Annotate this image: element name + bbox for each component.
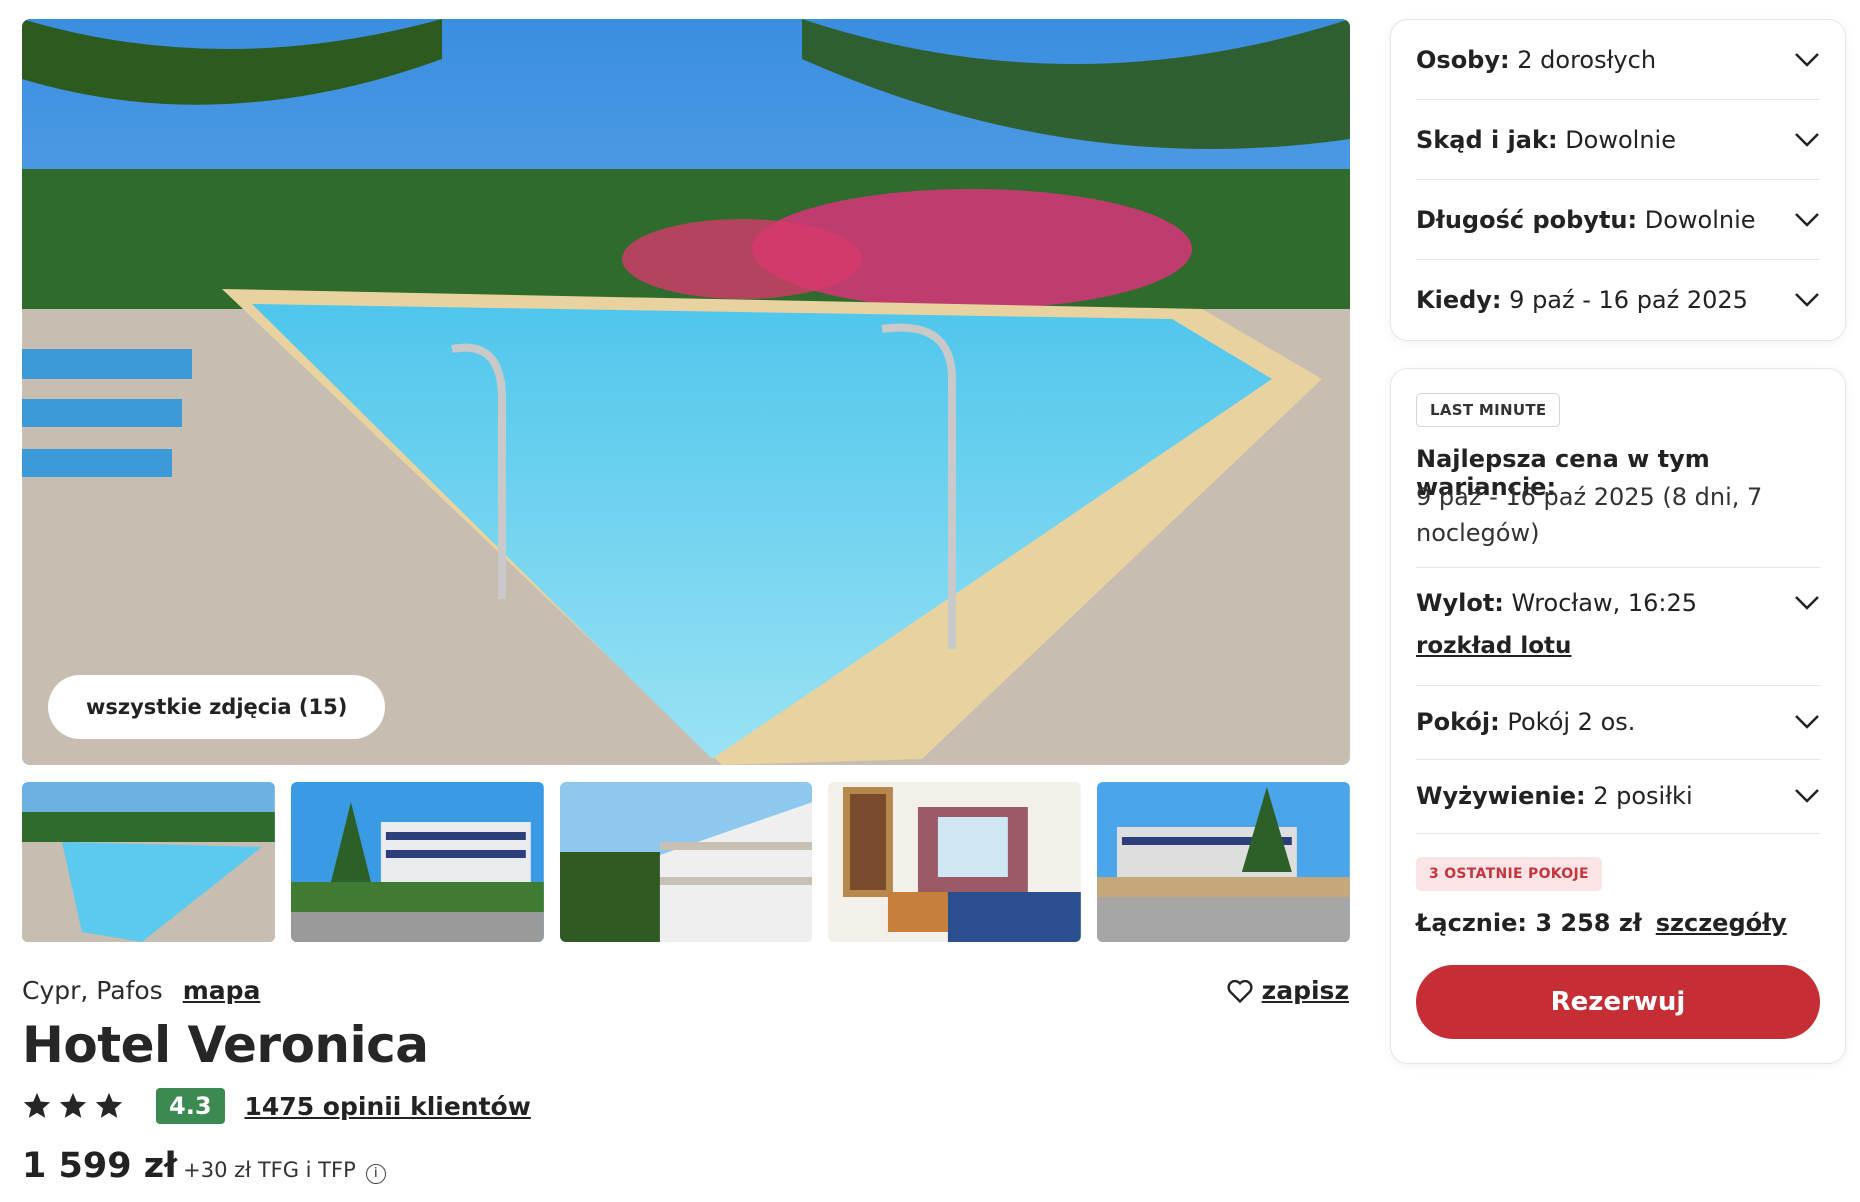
star-icon [23, 1092, 51, 1118]
board-label: Wyżywienie: [1416, 782, 1586, 810]
chevron-down-icon [1795, 52, 1819, 67]
details-link[interactable]: szczegóły [1656, 909, 1787, 937]
filter-length-value: Dowolnie [1644, 205, 1756, 234]
thumbnail-strip [22, 782, 1350, 942]
chevron-down-icon [1795, 212, 1819, 227]
main-photo[interactable]: wszystkie zdjęcia (15) [22, 19, 1350, 765]
flight-label: Wylot: [1416, 589, 1504, 617]
hotel-name: Hotel Veronica [22, 1016, 429, 1074]
rating-badge: 4.3 [156, 1088, 225, 1124]
all-photos-button[interactable]: wszystkie zdjęcia (15) [48, 675, 386, 739]
total-price: Łącznie: 3 258 zł [1416, 909, 1642, 937]
filter-people-value: 2 dorosłych [1517, 45, 1657, 74]
filter-people[interactable]: Osoby: 2 dorosłych [1416, 20, 1820, 100]
map-link[interactable]: mapa [183, 976, 261, 1005]
last-rooms-badge: 3 OSTATNIE POKOJE [1416, 857, 1602, 891]
board-value: 2 posiłki [1593, 782, 1693, 810]
price-row: 1 599 zł +30 zł TFG i TFP i [22, 1146, 386, 1186]
thumbnail-pool[interactable] [22, 782, 275, 942]
thumbnail-hotel-front[interactable] [1097, 782, 1350, 942]
room-label: Pokój: [1416, 708, 1500, 736]
flight-row[interactable]: Wylot: Wrocław, 16:25 rozkład lotu [1416, 589, 1820, 659]
info-icon[interactable]: i [365, 1163, 386, 1184]
pool-photo-illustration [22, 19, 1350, 765]
board-row[interactable]: Wyżywienie: 2 posiłki [1416, 759, 1820, 833]
filter-when[interactable]: Kiedy: 9 paź - 16 paź 2025 [1416, 260, 1820, 340]
filter-from-value: Dowolnie [1565, 125, 1676, 154]
chevron-down-icon [1795, 596, 1819, 610]
thumbnail-room[interactable] [828, 782, 1082, 942]
reserve-button[interactable]: Rezerwuj [1416, 965, 1820, 1039]
chevron-down-icon [1795, 715, 1819, 729]
flight-value: Wrocław, 16:25 [1511, 589, 1697, 617]
thumbnail-hotel-exterior[interactable] [290, 782, 544, 942]
reviews-link[interactable]: 1475 opinii klientów [245, 1092, 531, 1121]
filter-from[interactable]: Skąd i jak: Dowolnie [1416, 100, 1820, 180]
filter-length-label: Długość pobytu: [1416, 205, 1638, 234]
chevron-down-icon [1795, 132, 1819, 147]
price-extra: +30 zł TFG i TFP [183, 1158, 356, 1182]
total-row: Łącznie: 3 258 zł szczegóły [1416, 909, 1787, 937]
flight-schedule-link[interactable]: rozkład lotu [1416, 633, 1571, 659]
divider [1416, 567, 1820, 568]
filter-people-label: Osoby: [1416, 45, 1510, 74]
star-icon [59, 1092, 87, 1118]
last-minute-badge: LAST MINUTE [1416, 393, 1561, 427]
location-row: Cypr, Pafos mapa [22, 976, 260, 1005]
divider [1416, 833, 1820, 834]
offer-panel: LAST MINUTE Najlepsza cena w tym warianc… [1390, 368, 1846, 1064]
room-value: Pokój 2 os. [1507, 708, 1636, 736]
chevron-down-icon [1795, 293, 1819, 307]
rating-row: 4.3 1475 opinii klientów [22, 1088, 531, 1124]
filter-length[interactable]: Długość pobytu: Dowolnie [1416, 180, 1820, 260]
chevron-down-icon [1795, 789, 1819, 803]
filter-from-label: Skąd i jak: [1416, 125, 1558, 154]
best-price-dates: 9 paź - 16 paź 2025 (8 dni, 7 noclegów) [1416, 483, 1763, 547]
thumbnail-building[interactable] [559, 782, 813, 942]
room-row[interactable]: Pokój: Pokój 2 os. [1416, 685, 1820, 759]
filter-when-label: Kiedy: [1416, 286, 1502, 314]
location-text: Cypr, Pafos [22, 976, 163, 1005]
star-icon [95, 1092, 123, 1118]
save-button[interactable]: zapisz [1226, 976, 1349, 1005]
price-main: 1 599 zł [22, 1146, 178, 1186]
save-label: zapisz [1261, 976, 1349, 1005]
filter-when-value: 9 paź - 16 paź 2025 [1509, 286, 1748, 314]
heart-icon [1227, 979, 1253, 1003]
filters-panel: Osoby: 2 dorosłych Skąd i jak: Dowolnie … [1390, 19, 1846, 341]
